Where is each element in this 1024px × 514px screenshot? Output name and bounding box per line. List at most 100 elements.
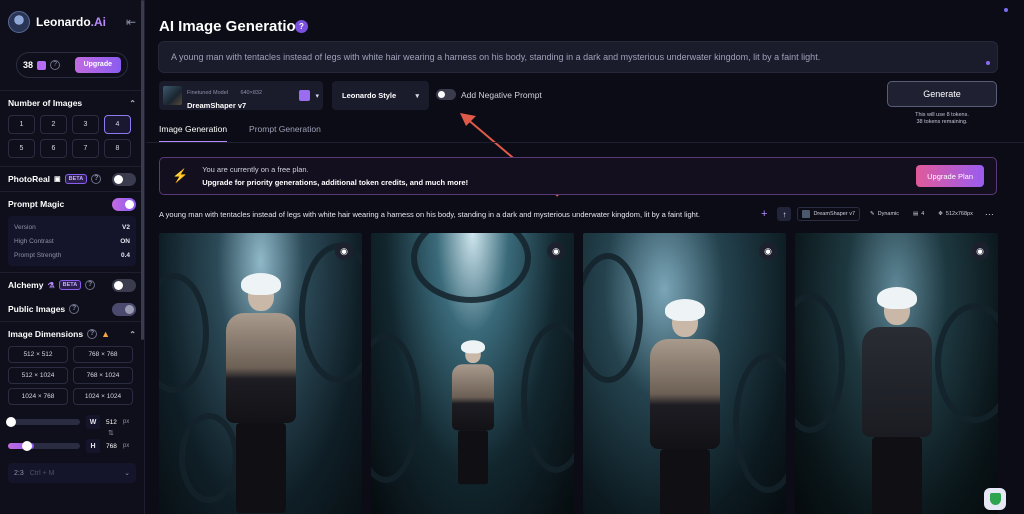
generation-count: 4 [921, 211, 925, 217]
image-dimensions-header[interactable]: Image Dimensions ? ▲ ⌃ [8, 322, 136, 346]
negative-prompt-row: Add Negative Prompt [436, 89, 542, 100]
images-option-6[interactable]: 6 [40, 139, 67, 158]
eye-icon[interactable]: ◉ [335, 242, 353, 260]
prompt-magic-settings[interactable]: Version V2 High Contrast ON Prompt Stren… [8, 216, 136, 266]
brand-name[interactable]: Leonardo.Ai [36, 15, 106, 29]
width-row: W 512 px [6, 413, 136, 431]
height-value[interactable]: 768 [106, 443, 117, 450]
sidebar-scrollbar[interactable] [141, 0, 144, 340]
model-name: DreamShaper v7 [187, 101, 247, 110]
model-resolution: 640×832 [240, 90, 263, 96]
arrow-up-icon[interactable]: ↑ [777, 207, 792, 221]
width-value[interactable]: 512 [106, 419, 117, 426]
upgrade-button[interactable]: Upgrade [74, 57, 121, 73]
dimension-option[interactable]: 512 × 1024 [8, 367, 68, 384]
dimensions-info-icon[interactable]: ? [87, 329, 98, 339]
public-images-toggle[interactable] [112, 302, 136, 316]
camera-icon: ▣ [54, 176, 61, 183]
eye-icon[interactable]: ◉ [759, 242, 777, 260]
security-extension-icon[interactable] [984, 488, 1006, 510]
dimension-option[interactable]: 512 × 512 [8, 346, 68, 363]
style-select[interactable]: Leonardo Style ▾ [332, 81, 429, 110]
token-balance: 38 ? Upgrade [16, 52, 128, 78]
generate-button[interactable]: Generate [887, 81, 997, 107]
prompt-input[interactable]: A young man with tentacles instead of le… [158, 41, 998, 73]
prompt-magic-contrast-row: High Contrast ON [14, 234, 130, 248]
chevron-up-icon[interactable]: ⌃ [129, 99, 136, 108]
tokens-remaining-text: 38 tokens remaining. [916, 119, 968, 125]
chevron-up-icon[interactable]: ⌃ [129, 330, 136, 339]
generated-image[interactable]: ◉ [371, 233, 574, 514]
images-option-1[interactable]: 1 [8, 115, 35, 134]
public-images-info-icon[interactable]: ? [69, 304, 80, 314]
promo-line-2: Upgrade for priority generations, additi… [202, 178, 469, 187]
photoreal-info-icon[interactable]: ? [91, 174, 102, 184]
height-slider-handle[interactable] [22, 441, 32, 451]
eye-icon[interactable]: ◉ [971, 242, 989, 260]
status-dot [1004, 8, 1008, 12]
images-option-4[interactable]: 4 [104, 115, 131, 134]
images-option-2[interactable]: 2 [40, 115, 67, 134]
number-of-images-header[interactable]: Number of Images ⌃ [8, 91, 136, 115]
flask-icon: ⚗ [47, 280, 55, 290]
token-cost-text: This will use 8 tokens. [915, 112, 969, 118]
alchemy-info-icon[interactable]: ? [85, 280, 96, 290]
height-unit: px [122, 443, 130, 449]
setting-value: ON [120, 237, 130, 245]
generated-image[interactable]: ◉ [795, 233, 998, 514]
dimension-option[interactable]: 1024 × 768 [8, 388, 68, 405]
upgrade-plan-button[interactable]: Upgrade Plan [916, 165, 984, 187]
generated-image[interactable]: ◉ [159, 233, 362, 514]
tab-prompt-generation[interactable]: Prompt Generation [249, 124, 321, 143]
dimension-option[interactable]: 768 × 768 [73, 346, 133, 363]
generation-style-chip: ✎ Dynamic [866, 207, 903, 221]
prompt-magic-row: Prompt Magic [8, 192, 136, 216]
photoreal-label: PhotoReal [8, 174, 51, 184]
model-meta: Finetuned Model 640×832 DreamShaper v7 [187, 81, 262, 110]
generation-size: 512x768px [945, 211, 973, 217]
dimension-option[interactable]: 1024 × 1024 [73, 388, 133, 405]
tab-image-generation[interactable]: Image Generation [159, 124, 228, 143]
negative-prompt-label[interactable]: Add Negative Prompt [461, 90, 542, 100]
plus-icon[interactable]: + [761, 208, 767, 220]
negative-prompt-toggle[interactable] [436, 89, 456, 100]
collapse-sidebar-icon[interactable]: ⇤ [126, 15, 136, 29]
prompt-indicator-dot [986, 61, 990, 65]
model-details-icon[interactable] [299, 90, 311, 101]
eye-icon[interactable]: ◉ [547, 242, 565, 260]
aspect-ratio-shortcut: Ctrl + M [29, 469, 55, 477]
token-info-icon[interactable]: ? [50, 60, 61, 70]
dimension-option[interactable]: 768 × 1024 [73, 367, 133, 384]
warning-icon: ▲ [101, 329, 111, 339]
aspect-ratio-select[interactable]: 2:3 Ctrl + M ⌄ [8, 463, 136, 483]
setting-label: High Contrast [14, 237, 54, 245]
images-option-8[interactable]: 8 [104, 139, 131, 158]
generation-style: Dynamic [877, 211, 900, 217]
generation-header: A young man with tentacles instead of le… [159, 206, 999, 222]
promo-line-1: You are currently on a free plan. [202, 165, 309, 174]
sidebar: Leonardo.Ai ⇤ 38 ? Upgrade Number of Ima… [0, 0, 145, 514]
leonardo-logo-icon[interactable] [8, 11, 30, 33]
alchemy-row: Alchemy ⚗ BETA ? [8, 273, 136, 297]
images-option-7[interactable]: 7 [72, 139, 99, 158]
prompt-magic-toggle[interactable] [112, 197, 136, 211]
height-slider[interactable] [8, 441, 80, 451]
beta-badge: BETA [58, 280, 82, 290]
prompt-magic-strength-row: Prompt Strength 0.4 [14, 248, 130, 262]
help-icon[interactable]: ? [295, 20, 308, 33]
model-thumbnail [163, 86, 182, 105]
resize-icon: ✥ [938, 211, 943, 217]
images-option-3[interactable]: 3 [72, 115, 99, 134]
chevron-down-icon: ⌄ [124, 470, 130, 477]
figure [451, 340, 494, 485]
alchemy-toggle[interactable] [112, 278, 136, 292]
more-options-icon[interactable]: ⋯ [985, 209, 994, 220]
model-select[interactable]: Finetuned Model 640×832 DreamShaper v7 ▾ [159, 81, 323, 110]
generated-image[interactable]: ◉ [583, 233, 786, 514]
token-icon [37, 60, 47, 70]
tabs: Image Generation Prompt Generation [159, 124, 321, 143]
width-slider-handle[interactable] [6, 417, 16, 427]
images-option-5[interactable]: 5 [8, 139, 35, 158]
width-slider[interactable] [6, 417, 80, 427]
photoreal-toggle[interactable] [112, 172, 136, 186]
